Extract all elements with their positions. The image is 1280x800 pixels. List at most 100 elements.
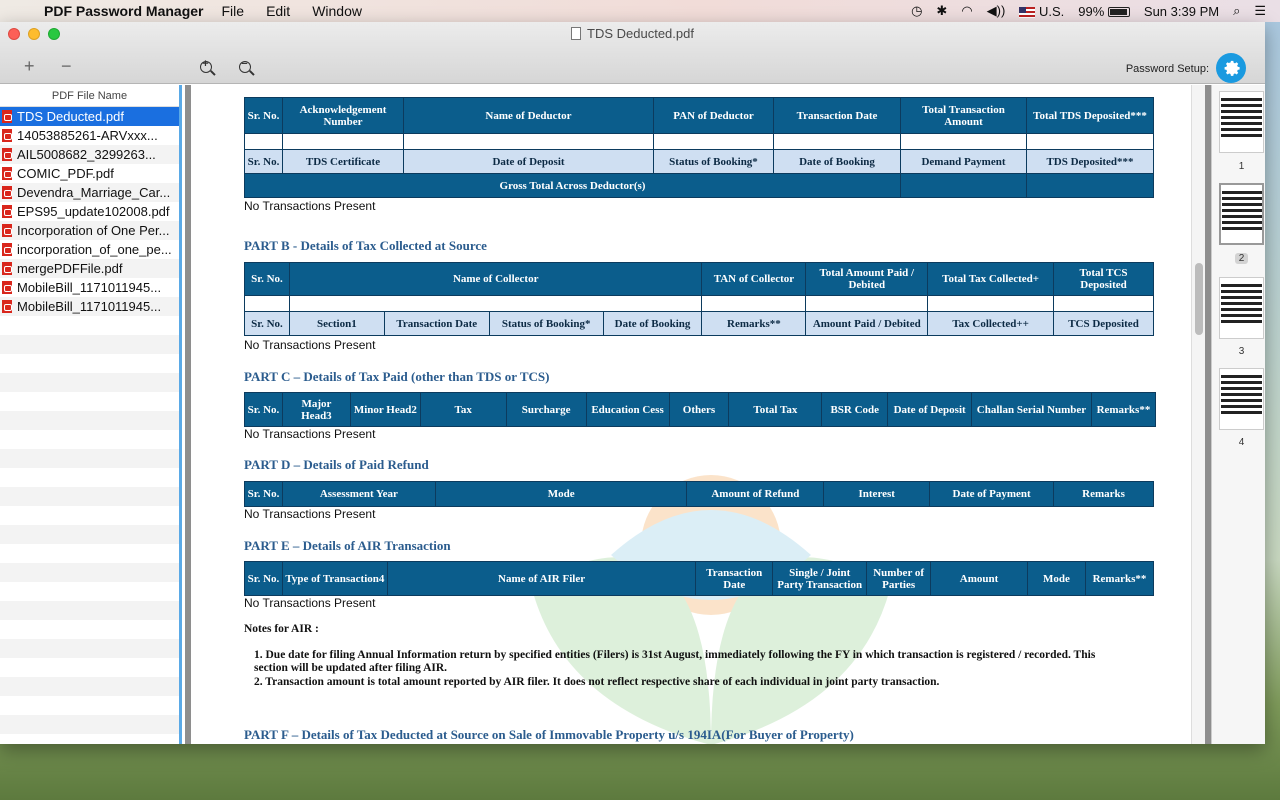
page-number: 1 — [1238, 161, 1245, 172]
spotlight-search-icon[interactable]: ⌕ — [1233, 3, 1240, 19]
col-header: Transaction Date — [383, 311, 490, 336]
col-header: Remarks** — [701, 311, 807, 336]
pdf-viewer[interactable]: Sr. No. Acknowledgement Number Name of D… — [185, 85, 1211, 744]
zoom-in-icon[interactable]: + — [200, 58, 212, 73]
bluetooth-icon[interactable]: ✱ — [936, 3, 947, 19]
vertical-scrollbar[interactable] — [1191, 85, 1205, 744]
col-header: Transaction Date — [773, 97, 901, 134]
empty-row — [0, 601, 179, 620]
no-transactions-note: No Transactions Present — [244, 507, 376, 521]
col-header: Interest — [823, 481, 931, 507]
pdf-file-icon — [2, 281, 12, 294]
col-header: Minor Head2 — [349, 392, 421, 427]
col-header: Remarks** — [1084, 561, 1155, 596]
password-setup-button[interactable] — [1216, 53, 1246, 83]
col-header: Acknowledgement Number — [282, 97, 404, 134]
zoom-out-icon[interactable]: − — [239, 58, 251, 73]
col-header: Section1 — [288, 311, 385, 336]
battery-icon — [1107, 7, 1130, 18]
page-thumbnail[interactable] — [1219, 277, 1264, 339]
col-header: Sr. No. — [244, 311, 290, 336]
empty-row — [0, 620, 179, 639]
deductor-table: Sr. No. Acknowledgement Number Name of D… — [244, 97, 1154, 198]
battery-indicator[interactable]: 99% — [1078, 4, 1130, 19]
file-list-item[interactable]: Devendra_Marriage_Car... — [0, 183, 179, 202]
document-icon — [571, 27, 582, 40]
collector-table: Sr. No. Name of Collector TAN of Collect… — [244, 262, 1154, 336]
file-list-item[interactable]: mergePDFFile.pdf — [0, 259, 179, 278]
page-thumbnail[interactable] — [1219, 368, 1264, 430]
col-header: Date of Booking — [773, 149, 901, 174]
pdf-page: Sr. No. Acknowledgement Number Name of D… — [191, 85, 1202, 744]
col-header: Total TCS Deposited — [1053, 262, 1154, 296]
empty-row — [0, 658, 179, 677]
file-list-item[interactable]: 14053885261-ARVxxx... — [0, 126, 179, 145]
pdf-file-icon — [2, 148, 12, 161]
empty-row — [0, 449, 179, 468]
page-thumbnail[interactable] — [1219, 91, 1264, 153]
col-header: Status of Booking* — [653, 149, 774, 174]
scrollbar-thumb[interactable] — [1195, 263, 1203, 335]
file-list-item[interactable]: TDS Deducted.pdf — [0, 107, 179, 126]
file-list-item[interactable]: EPS95_update102008.pdf — [0, 202, 179, 221]
status-area: ◷ ✱ ◠ ◀)) U.S. 99% Sun 3:39 PM ⌕ ☰ — [911, 0, 1280, 22]
time-machine-icon[interactable]: ◷ — [911, 3, 922, 19]
volume-icon[interactable]: ◀)) — [987, 3, 1006, 19]
col-header: BSR Code — [821, 392, 889, 427]
col-header: Name of Collector — [288, 262, 703, 296]
notification-center-icon[interactable]: ☰ — [1254, 3, 1266, 19]
empty-row — [0, 696, 179, 715]
input-source[interactable]: U.S. — [1019, 4, 1064, 19]
file-name: MobileBill_1171011945... — [17, 299, 162, 314]
file-list-item[interactable]: MobileBill_1171011945... — [0, 297, 179, 316]
file-name: Devendra_Marriage_Car... — [17, 185, 171, 200]
file-list-item[interactable]: Incorporation of One Per... — [0, 221, 179, 240]
col-header: Others — [668, 392, 730, 427]
refund-table: Sr. No. Assessment Year Mode Amount of R… — [244, 481, 1154, 507]
file-list-item[interactable]: incorporation_of_one_pe... — [0, 240, 179, 259]
add-file-button[interactable]: + — [24, 57, 35, 75]
empty-cell — [288, 295, 703, 312]
col-header: Amount — [930, 561, 1028, 596]
col-header: Date of Deposit — [887, 392, 973, 427]
wifi-icon[interactable]: ◠ — [961, 3, 972, 19]
menu-edit[interactable]: Edit — [266, 3, 290, 19]
file-name: MobileBill_1171011945... — [17, 280, 162, 295]
gross-total-label: Gross Total Across Deductor(s) — [244, 173, 901, 198]
air-note-2: 2. Transaction amount is total amount re… — [254, 676, 940, 688]
menu-app-name[interactable]: PDF Password Manager — [44, 3, 204, 19]
page-number: 2 — [1219, 253, 1264, 264]
col-header: Mode — [1027, 561, 1086, 596]
file-list-item[interactable]: MobileBill_1171011945... — [0, 278, 179, 297]
file-list-sidebar: PDF File Name TDS Deducted.pdf 140538852… — [0, 85, 182, 744]
col-header: TAN of Collector — [701, 262, 807, 296]
menu-file[interactable]: File — [222, 3, 245, 19]
col-header: Surcharge — [505, 392, 587, 427]
no-transactions-note: No Transactions Present — [244, 596, 376, 610]
no-transactions-note: No Transactions Present — [244, 427, 376, 441]
col-header: Tax Collected++ — [927, 311, 1055, 336]
col-header: Amount Paid / Debited — [805, 311, 929, 336]
empty-row — [0, 316, 179, 335]
page-thumbnail[interactable] — [1219, 183, 1264, 245]
file-list-item[interactable]: AIL5008682_3299263... — [0, 145, 179, 164]
col-header: Name of AIR Filer — [386, 561, 697, 596]
file-list-item[interactable]: COMIC_PDF.pdf — [0, 164, 179, 183]
empty-row — [0, 373, 179, 392]
clock[interactable]: Sun 3:39 PM — [1144, 4, 1219, 19]
tax-paid-table: Sr. No. Major Head3 Minor Head2 Tax Surc… — [244, 392, 1157, 427]
empty-row — [0, 487, 179, 506]
col-header: Remarks — [1053, 481, 1154, 507]
remove-file-button[interactable]: − — [61, 57, 72, 75]
col-header: Amount of Refund — [686, 481, 825, 507]
empty-cell — [900, 133, 1027, 150]
col-header: Total Transaction Amount — [900, 97, 1027, 134]
empty-cell — [927, 295, 1055, 312]
col-header: Type of Transaction4 — [281, 561, 388, 596]
file-list-header[interactable]: PDF File Name — [0, 85, 179, 107]
menu-window[interactable]: Window — [312, 3, 362, 19]
col-header: Sr. No. — [244, 149, 283, 174]
empty-row — [0, 715, 179, 734]
page-number: 4 — [1238, 437, 1245, 448]
title-bar: TDS Deducted.pdf + − + − Password Setup: — [0, 22, 1265, 84]
